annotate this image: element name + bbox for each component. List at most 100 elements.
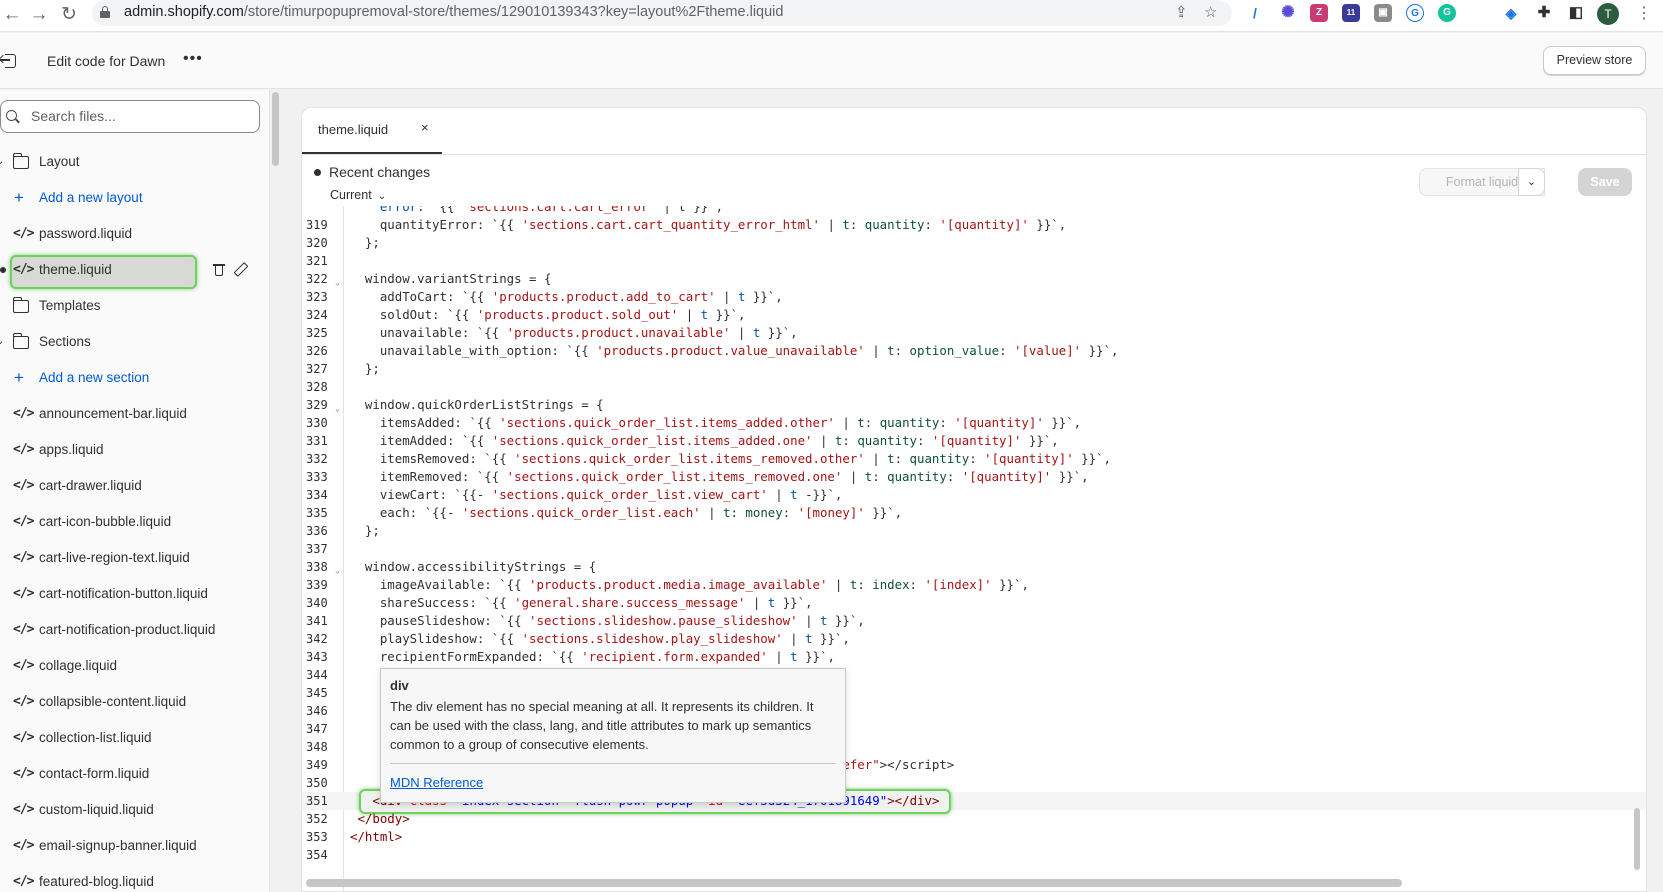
- back-icon[interactable]: ←: [0, 3, 24, 27]
- chevron-icon[interactable]: ⌄: [0, 336, 4, 347]
- file-row[interactable]: </> announcement-bar.liquid: [0, 397, 269, 433]
- folder-row[interactable]: ›Templates: [0, 289, 269, 325]
- code-line[interactable]: 320 };: [302, 234, 1646, 252]
- file-row[interactable]: </> cart-notification-button.liquid: [0, 577, 269, 613]
- hover-tooltip: div The div element has no special meani…: [380, 668, 846, 803]
- code-line[interactable]: 340 shareSuccess: `{{ 'general.share.suc…: [302, 594, 1646, 612]
- line-number: 353: [306, 830, 328, 844]
- line-number: 347: [306, 722, 328, 736]
- mdn-reference-link[interactable]: MDN Reference: [390, 775, 483, 790]
- file-row[interactable]: </> custom-liquid.liquid: [0, 793, 269, 829]
- code-line[interactable]: 330 itemsAdded: `{{ 'sections.quick_orde…: [302, 414, 1646, 432]
- code-line[interactable]: 321: [302, 252, 1646, 270]
- side-panel-icon[interactable]: ◧: [1567, 4, 1585, 22]
- code-line[interactable]: 324 soldOut: `{{ 'products.product.sold_…: [302, 306, 1646, 324]
- line-number: 331: [306, 434, 328, 448]
- code-line[interactable]: 341 pauseSlideshow: `{{ 'sections.slides…: [302, 612, 1646, 630]
- code-line[interactable]: 329 ⌄ window.quickOrderListStrings = {: [302, 396, 1646, 414]
- code-file-icon: </>: [13, 226, 35, 241]
- folder-row[interactable]: ⌄ Layout: [0, 145, 269, 181]
- url-text[interactable]: admin.shopify.com/store/timurpopupremova…: [124, 4, 783, 20]
- sidebar-scrollbar[interactable]: [272, 92, 279, 166]
- code-line[interactable]: 323 addToCart: `{{ 'products.product.add…: [302, 288, 1646, 306]
- pencil-icon[interactable]: [233, 262, 249, 277]
- code-line[interactable]: 353 </html>: [302, 828, 1646, 846]
- exit-icon[interactable]: [0, 52, 18, 70]
- code-line[interactable]: 338 ⌄ window.accessibilityStrings = {: [302, 558, 1646, 576]
- recent-changes-label[interactable]: Recent changes: [314, 164, 430, 180]
- code-line[interactable]: 339 imageAvailable: `{{ 'products.produc…: [302, 576, 1646, 594]
- trash-icon[interactable]: [213, 263, 225, 277]
- puzzle-extensions-icon[interactable]: ✚: [1535, 4, 1553, 22]
- forward-icon[interactable]: →: [27, 3, 51, 27]
- code-line[interactable]: 319 quantityError: `{{ 'sections.cart.ca…: [302, 216, 1646, 234]
- chevron-icon[interactable]: ⌄: [0, 156, 4, 167]
- folder-row[interactable]: ⌄ Sections: [0, 325, 269, 361]
- code-line[interactable]: 327 };: [302, 360, 1646, 378]
- file-label: collapsible-content.liquid: [39, 694, 187, 709]
- file-row[interactable]: </> email-signup-banner.liquid: [0, 829, 269, 865]
- line-number: 352: [306, 812, 328, 826]
- editor-horizontal-scrollbar[interactable]: [306, 879, 1402, 887]
- address-bar[interactable]: admin.shopify.com/store/timurpopupremova…: [92, 0, 1232, 26]
- close-icon[interactable]: ×: [421, 120, 429, 135]
- tooltip-title: div: [390, 678, 409, 693]
- file-row[interactable]: </> theme.liquid: [0, 253, 269, 289]
- code-line[interactable]: 331 itemAdded: `{{ 'sections.quick_order…: [302, 432, 1646, 450]
- code-line[interactable]: 332 itemsRemoved: `{{ 'sections.quick_or…: [302, 450, 1646, 468]
- more-actions-button[interactable]: •••: [183, 50, 203, 68]
- code-line[interactable]: error: `{{ 'sections.cart.cart_error' | …: [302, 206, 1646, 216]
- file-row[interactable]: </> cart-live-region-text.liquid: [0, 541, 269, 577]
- bookmark-star-icon[interactable]: ☆: [1204, 3, 1217, 21]
- code-line[interactable]: 352 </body>: [302, 810, 1646, 828]
- file-row[interactable]: </> cart-notification-product.liquid: [0, 613, 269, 649]
- code-line[interactable]: 333 itemRemoved: `{{ 'sections.quick_ord…: [302, 468, 1646, 486]
- g-extension-icon[interactable]: G: [1406, 4, 1424, 22]
- save-button[interactable]: Save: [1578, 168, 1632, 196]
- tag-extension-icon[interactable]: ◈: [1502, 4, 1520, 22]
- code-line[interactable]: 337: [302, 540, 1646, 558]
- format-options-chevron-icon[interactable]: ⌄: [1518, 168, 1545, 196]
- code-line[interactable]: 342 playSlideshow: `{{ 'sections.slidesh…: [302, 630, 1646, 648]
- editor-vertical-scrollbar[interactable]: [1634, 808, 1640, 870]
- code-line[interactable]: 326 unavailable_with_option: `{{ 'produc…: [302, 342, 1646, 360]
- search-field[interactable]: [0, 100, 260, 133]
- profile-avatar[interactable]: T: [1597, 3, 1619, 25]
- tab-theme-liquid[interactable]: theme.liquid ×: [302, 108, 442, 154]
- line-text: };: [350, 361, 380, 376]
- file-label: custom-liquid.liquid: [39, 802, 154, 817]
- file-row[interactable]: </> cart-icon-bubble.liquid: [0, 505, 269, 541]
- file-row[interactable]: </> featured-blog.liquid: [0, 865, 269, 892]
- file-row[interactable]: </> cart-drawer.liquid: [0, 469, 269, 505]
- add-file-link[interactable]: + Add a new layout: [0, 181, 269, 217]
- file-row[interactable]: </> contact-form.liquid: [0, 757, 269, 793]
- code-line[interactable]: 325 unavailable: `{{ 'products.product.u…: [302, 324, 1646, 342]
- preview-store-button[interactable]: Preview store: [1543, 46, 1646, 75]
- file-row[interactable]: </> password.liquid: [0, 217, 269, 253]
- file-row[interactable]: </> collage.liquid: [0, 649, 269, 685]
- file-label: cart-live-region-text.liquid: [39, 550, 190, 565]
- code-line[interactable]: 335 each: `{{- 'sections.quick_order_lis…: [302, 504, 1646, 522]
- graduation-extension-icon[interactable]: 11: [1342, 4, 1360, 22]
- code-line[interactable]: 334 viewCart: `{{- 'sections.quick_order…: [302, 486, 1646, 504]
- code-line[interactable]: 354: [302, 846, 1646, 864]
- line-text: itemAdded: `{{ 'sections.quick_order_lis…: [350, 433, 1059, 448]
- grammarly-icon[interactable]: G: [1438, 4, 1456, 22]
- file-row[interactable]: </> collection-list.liquid: [0, 721, 269, 757]
- file-row[interactable]: </> apps.liquid: [0, 433, 269, 469]
- search-input[interactable]: [31, 108, 251, 124]
- code-line[interactable]: 343 recipientFormExpanded: `{{ 'recipien…: [302, 648, 1646, 666]
- code-line[interactable]: 322 ⌄ window.variantStrings = {: [302, 270, 1646, 288]
- add-file-link[interactable]: + Add a new section: [0, 361, 269, 397]
- share-icon[interactable]: ⇪: [1175, 3, 1188, 21]
- version-select[interactable]: Current ⌄: [330, 188, 386, 202]
- file-row[interactable]: </> collapsible-content.liquid: [0, 685, 269, 721]
- browser-menu-icon[interactable]: ⋮: [1636, 3, 1652, 25]
- z-extension-icon[interactable]: Z: [1310, 4, 1328, 22]
- image-extension-icon[interactable]: ▣: [1374, 4, 1392, 22]
- sparkle-extension-icon[interactable]: ✺: [1279, 4, 1297, 22]
- code-line[interactable]: 336 };: [302, 522, 1646, 540]
- code-line[interactable]: 328: [302, 378, 1646, 396]
- reload-icon[interactable]: ↻: [57, 3, 81, 27]
- pen-extension-icon[interactable]: /: [1246, 4, 1264, 22]
